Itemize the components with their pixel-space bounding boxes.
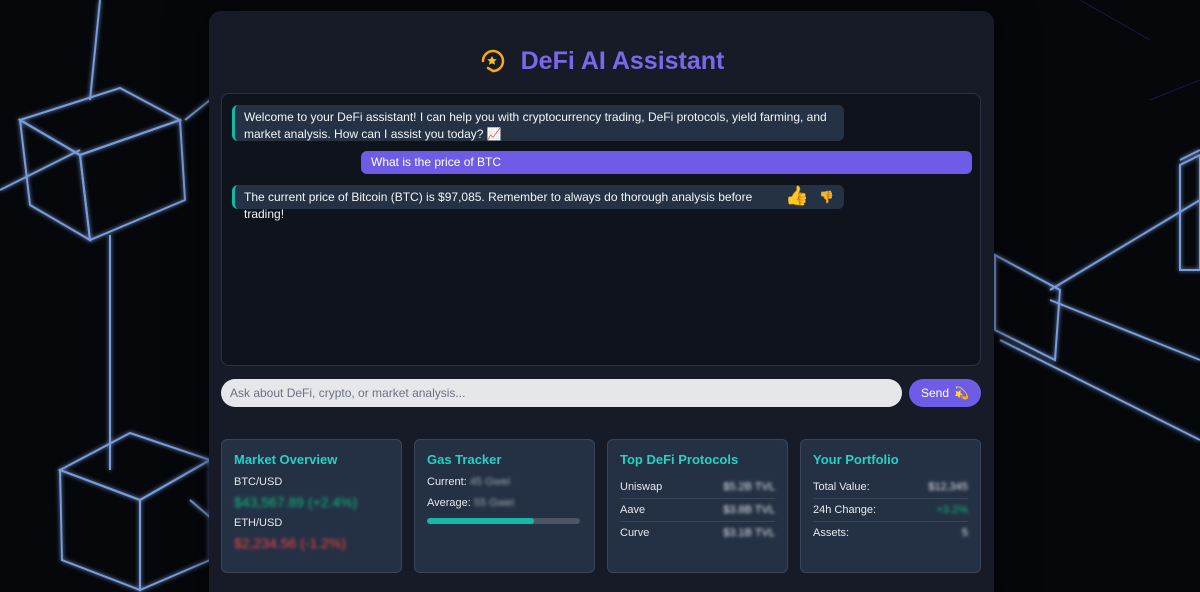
thumbs-up-icon[interactable]: 👍 <box>785 186 809 208</box>
card-title: Market Overview <box>234 452 338 467</box>
list-item: Curve $3.1B TVL <box>620 522 775 544</box>
gas-current-value: 45 Gwei <box>469 476 511 488</box>
protocol-tvl: $3.1B TVL <box>723 527 775 539</box>
assistant-message-text: The current price of Bitcoin (BTC) is $9… <box>244 190 753 221</box>
card-title: Your Portfolio <box>813 452 899 467</box>
gas-average: Average: 55 Gwei <box>427 497 582 509</box>
assistant-panel: DeFi AI Assistant Welcome to your DeFi a… <box>209 11 994 592</box>
portfolio-label: Assets: <box>813 527 850 539</box>
protocol-name: Curve <box>620 527 650 539</box>
protocol-tvl: $3.8B TVL <box>723 504 775 516</box>
send-button-label: Send <box>921 386 950 400</box>
gas-average-value: 55 Gwei <box>473 497 515 509</box>
list-item: Aave $3.8B TVL <box>620 499 775 522</box>
list-item: Assets: 5 <box>813 522 968 544</box>
portfolio-card: Your Portfolio Total Value: $12,345 24h … <box>800 439 981 573</box>
btc-price: $43,567.89 (+2.4%) <box>234 494 358 510</box>
portfolio-value: $12,345 <box>928 481 968 493</box>
portfolio-label: Total Value: <box>813 481 870 493</box>
list-item: Total Value: $12,345 <box>813 476 968 499</box>
feedback-controls: 👍 👎 <box>785 186 834 208</box>
portfolio-value: +3.2% <box>936 504 969 516</box>
card-title: Top DeFi Protocols <box>620 452 739 467</box>
protocol-name: Uniswap <box>620 481 663 493</box>
comet-icon <box>481 49 504 73</box>
portfolio-value: 5 <box>961 527 968 539</box>
gas-current-label: Current: <box>427 476 467 488</box>
protocol-tvl: $5.2B TVL <box>723 481 775 493</box>
eth-price: $2,234.56 (-1.2%) <box>234 535 347 551</box>
gas-average-label: Average: <box>427 497 471 509</box>
market-overview-card: Market Overview BTC/USD $43,567.89 (+2.4… <box>221 439 402 573</box>
protocol-name: Aave <box>620 504 646 516</box>
gas-current: Current: 45 Gwei <box>427 476 582 488</box>
portfolio-label: 24h Change: <box>813 504 876 516</box>
user-message-text: What is the price of BTC <box>371 155 502 169</box>
assistant-message: The current price of Bitcoin (BTC) is $9… <box>232 185 844 221</box>
gas-progress-fill <box>427 518 535 524</box>
chat-input-row: Send 💫 <box>221 379 981 407</box>
card-title: Gas Tracker <box>427 452 502 467</box>
assistant-message: Welcome to your DeFi assistant! I can he… <box>232 105 844 141</box>
assistant-message-text: Welcome to your DeFi assistant! I can he… <box>244 110 827 141</box>
sparkle-icon: 💫 <box>954 386 969 400</box>
btc-label: BTC/USD <box>234 476 283 488</box>
list-item: 24h Change: +3.2% <box>813 499 968 522</box>
gas-progress-bar <box>427 518 580 524</box>
chat-input[interactable] <box>221 379 902 407</box>
protocols-card: Top DeFi Protocols Uniswap $5.2B TVL Aav… <box>607 439 788 573</box>
eth-label: ETH/USD <box>234 517 283 529</box>
user-message: What is the price of BTC <box>361 151 972 174</box>
gas-tracker-card: Gas Tracker Current: 45 Gwei Average: 55… <box>414 439 595 573</box>
thumbs-down-icon[interactable]: 👎 <box>819 186 834 208</box>
page-title: DeFi AI Assistant <box>520 46 725 75</box>
list-item: Uniswap $5.2B TVL <box>620 476 775 499</box>
send-button[interactable]: Send 💫 <box>909 379 981 407</box>
chat-window[interactable]: Welcome to your DeFi assistant! I can he… <box>221 93 981 366</box>
header: DeFi AI Assistant <box>209 41 994 81</box>
